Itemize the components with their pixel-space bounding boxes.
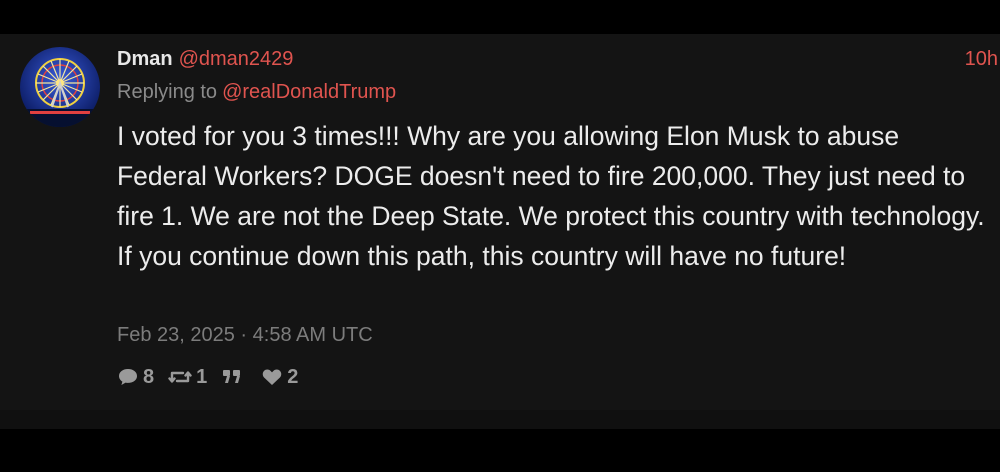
card-divider bbox=[0, 410, 1000, 429]
display-name[interactable]: Dman bbox=[117, 48, 173, 70]
tweet-header: Dman @dman2429 bbox=[117, 47, 293, 71]
ferris-wheel-avatar-icon bbox=[20, 47, 100, 127]
tweet-timestamp[interactable]: Feb 23, 2025 · 4:58 AM UTC bbox=[117, 323, 373, 347]
retweet-icon bbox=[168, 371, 192, 383]
retweet-count: 1 bbox=[196, 365, 208, 388]
retweet-button[interactable]: 1 bbox=[168, 366, 207, 389]
replying-label: Replying to bbox=[117, 81, 218, 103]
like-count: 2 bbox=[287, 365, 299, 388]
comment-count: 8 bbox=[143, 365, 155, 388]
top-letterbox bbox=[0, 0, 1000, 34]
tweet-body: I voted for you 3 times!!! Why are you a… bbox=[117, 121, 985, 271]
avatar[interactable] bbox=[20, 47, 100, 127]
comment-icon bbox=[119, 369, 137, 385]
quote-icon bbox=[223, 370, 241, 383]
user-handle[interactable]: @dman2429 bbox=[179, 48, 294, 70]
replying-handle-link[interactable]: @realDonaldTrump bbox=[222, 81, 396, 103]
tweet-stats: 8 1 2 bbox=[117, 365, 312, 389]
like-button[interactable]: 2 bbox=[261, 366, 298, 389]
comment-button[interactable]: 8 bbox=[117, 366, 154, 389]
heart-icon bbox=[262, 369, 282, 385]
tweet-card: Dman @dman2429 10h Replying to @realDonald… bbox=[0, 34, 1000, 429]
replying-to: Replying to @realDonaldTrump bbox=[117, 80, 396, 104]
bottom-letterbox bbox=[0, 429, 1000, 472]
time-ago-link[interactable]: 10h bbox=[965, 47, 998, 71]
quote-button[interactable] bbox=[221, 367, 247, 387]
